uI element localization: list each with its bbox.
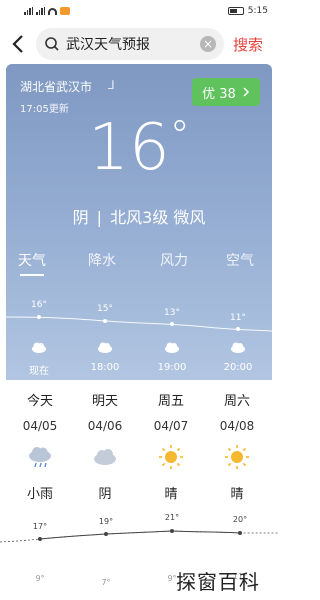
- day-forecast[interactable]: 周五 04/07 晴: [141, 390, 201, 502]
- hourly-time: 19:00: [157, 362, 187, 373]
- hourly-point: [37, 315, 41, 319]
- aqi-badge[interactable]: 优 38: [192, 78, 260, 106]
- aqi-value: 优 38: [202, 86, 236, 102]
- day-forecast[interactable]: 今天 04/05 小雨: [10, 390, 70, 502]
- tab-precipitation[interactable]: 降水: [76, 250, 128, 270]
- daily-low-temp: 9°: [35, 574, 45, 583]
- hourly-time: 现在: [29, 366, 49, 377]
- hourly-temp: 13°: [164, 308, 180, 318]
- wind-text: 北风3级 微风: [110, 208, 206, 227]
- hourly-temp: 15°: [97, 304, 113, 314]
- hourly-forecast: 16° 15° 13° 11° 现在 18:00 19:00 20:00: [6, 294, 272, 380]
- hourly-point: [236, 327, 240, 331]
- day-condition: 晴: [230, 487, 244, 502]
- current-temperature: 16°: [6, 116, 272, 180]
- forecast-tabs: 天气 降水 风力 空气: [6, 250, 272, 278]
- weather-card: 湖北省武汉市 ⅃ 17:05更新 优 38 16° 阴 | 北风3级 微风 天气…: [6, 64, 272, 380]
- hourly-temp: 11°: [230, 313, 246, 323]
- tab-underline: [20, 274, 44, 276]
- current-condition: 阴 | 北风3级 微风: [6, 204, 272, 228]
- daily-high-point: [38, 537, 42, 541]
- daily-high-point: [170, 529, 174, 533]
- day-date: 04/08: [219, 419, 255, 433]
- cloud-icon: [165, 342, 179, 353]
- cloud-icon: [32, 342, 46, 353]
- tab-wind[interactable]: 风力: [148, 250, 200, 270]
- notification-icon: [60, 7, 70, 15]
- status-time: 5:15: [247, 6, 268, 16]
- day-date: 04/05: [22, 419, 58, 433]
- hourly-point: [170, 322, 174, 326]
- daily-high-temp: 20°: [232, 515, 248, 524]
- cloud-icon: [231, 342, 245, 353]
- daily-high-temp: 19°: [98, 517, 114, 526]
- cloud-icon: [94, 449, 116, 465]
- day-condition: 阴: [98, 487, 112, 502]
- daily-high-temp: 21°: [164, 513, 180, 522]
- back-arrow-icon[interactable]: [8, 32, 30, 56]
- status-icons-right: 5:15: [227, 6, 268, 16]
- signal-icon: [24, 7, 33, 15]
- clear-icon[interactable]: ×: [200, 36, 216, 52]
- condition-text: 阴: [72, 208, 89, 227]
- hourly-time: 20:00: [223, 362, 253, 373]
- daily-high-point: [104, 532, 108, 536]
- tab-weather[interactable]: 天气: [6, 250, 58, 270]
- tab-air[interactable]: 空气: [214, 250, 266, 270]
- day-date: 04/07: [153, 419, 189, 433]
- hourly-temp: 16°: [31, 300, 47, 310]
- location-label[interactable]: 湖北省武汉市: [20, 78, 92, 95]
- rain-icon: [29, 447, 51, 468]
- degree-symbol: °: [169, 113, 190, 159]
- status-icons-left: [24, 7, 70, 15]
- signal-icon-2: [36, 7, 45, 15]
- daily-high-point: [238, 531, 242, 535]
- day-condition: 晴: [164, 487, 178, 502]
- search-bar: 武汉天气预报 × 搜索: [0, 24, 278, 64]
- day-name: 明天: [91, 394, 118, 409]
- daily-high-temp: 17°: [32, 522, 48, 531]
- sun-icon: [159, 445, 183, 469]
- day-name: 周五: [157, 394, 184, 409]
- day-name: 今天: [26, 394, 53, 409]
- daily-low-temp: 7°: [101, 578, 111, 587]
- search-input[interactable]: 武汉天气预报 ×: [36, 28, 224, 60]
- update-time: 17:05更新: [20, 104, 69, 115]
- day-name: 周六: [223, 394, 250, 409]
- day-forecast[interactable]: 周六 04/08 晴: [207, 390, 267, 502]
- search-icon: [45, 37, 59, 51]
- chevron-right-icon: [243, 87, 249, 97]
- day-condition: 小雨: [26, 487, 53, 502]
- search-button[interactable]: 搜索: [233, 34, 263, 55]
- day-date: 04/06: [87, 419, 123, 433]
- day-forecast[interactable]: 明天 04/06 阴: [75, 390, 135, 502]
- hourly-point: [103, 319, 107, 323]
- cloud-icon: [98, 342, 112, 353]
- wifi-icon: [48, 7, 57, 15]
- location-arrow-icon[interactable]: ⅃: [108, 78, 115, 92]
- condition-divider: |: [96, 208, 103, 227]
- watermark: 探窗百科: [176, 570, 260, 594]
- sun-icon: [225, 445, 249, 469]
- temperature-value: 16: [88, 111, 170, 185]
- status-bar: 5:15: [0, 0, 278, 22]
- hourly-time: 18:00: [90, 362, 120, 373]
- search-query: 武汉天气预报: [66, 37, 150, 53]
- battery-icon: [227, 7, 244, 15]
